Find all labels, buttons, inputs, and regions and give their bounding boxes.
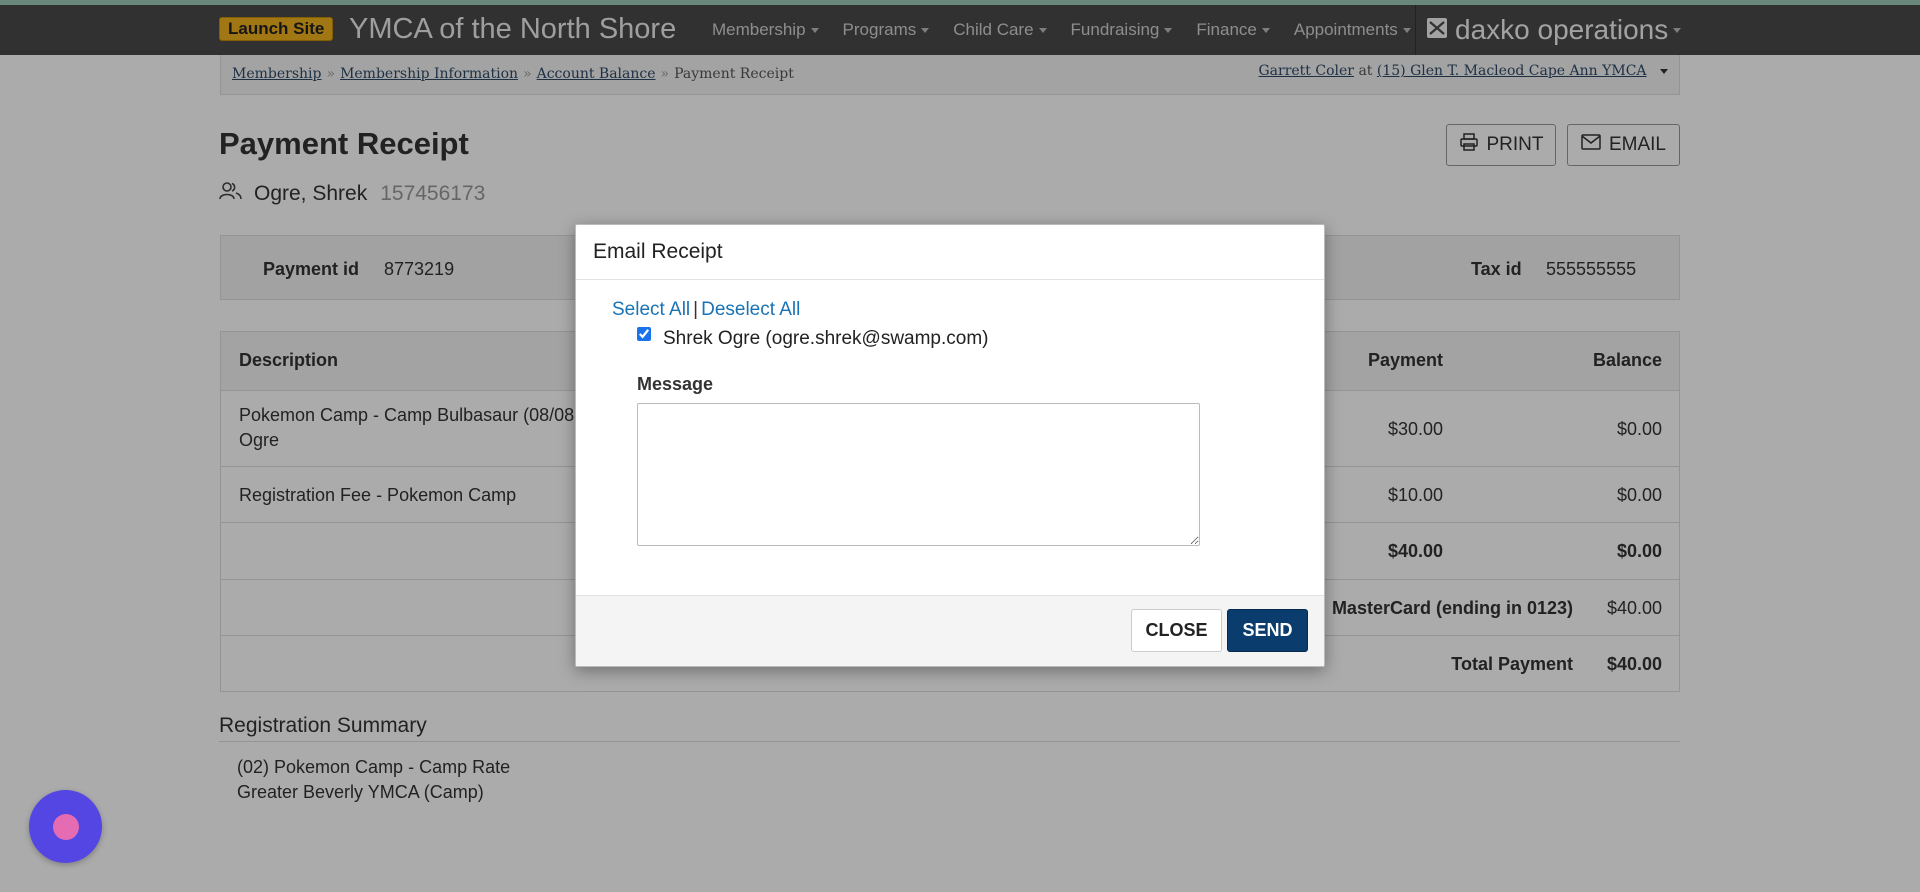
message-label: Message — [637, 374, 714, 394]
deselect-all-link[interactable]: Deselect All — [701, 299, 800, 320]
email-receipt-dialog: Email Receipt Select All | Deselect All Sh… — [575, 224, 1325, 667]
link-divider: | — [693, 299, 699, 320]
chat-icon — [52, 813, 79, 840]
recipient-checkbox[interactable] — [637, 327, 651, 341]
recipient-option[interactable]: Shrek Ogre (ogre.shrek@swamp.com) — [637, 327, 989, 350]
selection-links: Select All | Deselect All — [612, 299, 800, 321]
chat-launcher-button[interactable] — [29, 790, 102, 863]
dialog-title: Email Receipt — [593, 240, 723, 263]
message-textarea[interactable] — [637, 403, 1200, 546]
select-all-link[interactable]: Select All — [612, 299, 690, 320]
dialog-footer: CLOSE SEND — [576, 595, 1324, 666]
recipient-label: Shrek Ogre (ogre.shrek@swamp.com) — [663, 328, 989, 349]
send-button[interactable]: SEND — [1227, 609, 1308, 652]
close-button[interactable]: CLOSE — [1131, 609, 1222, 652]
dialog-header: Email Receipt — [576, 225, 1324, 280]
